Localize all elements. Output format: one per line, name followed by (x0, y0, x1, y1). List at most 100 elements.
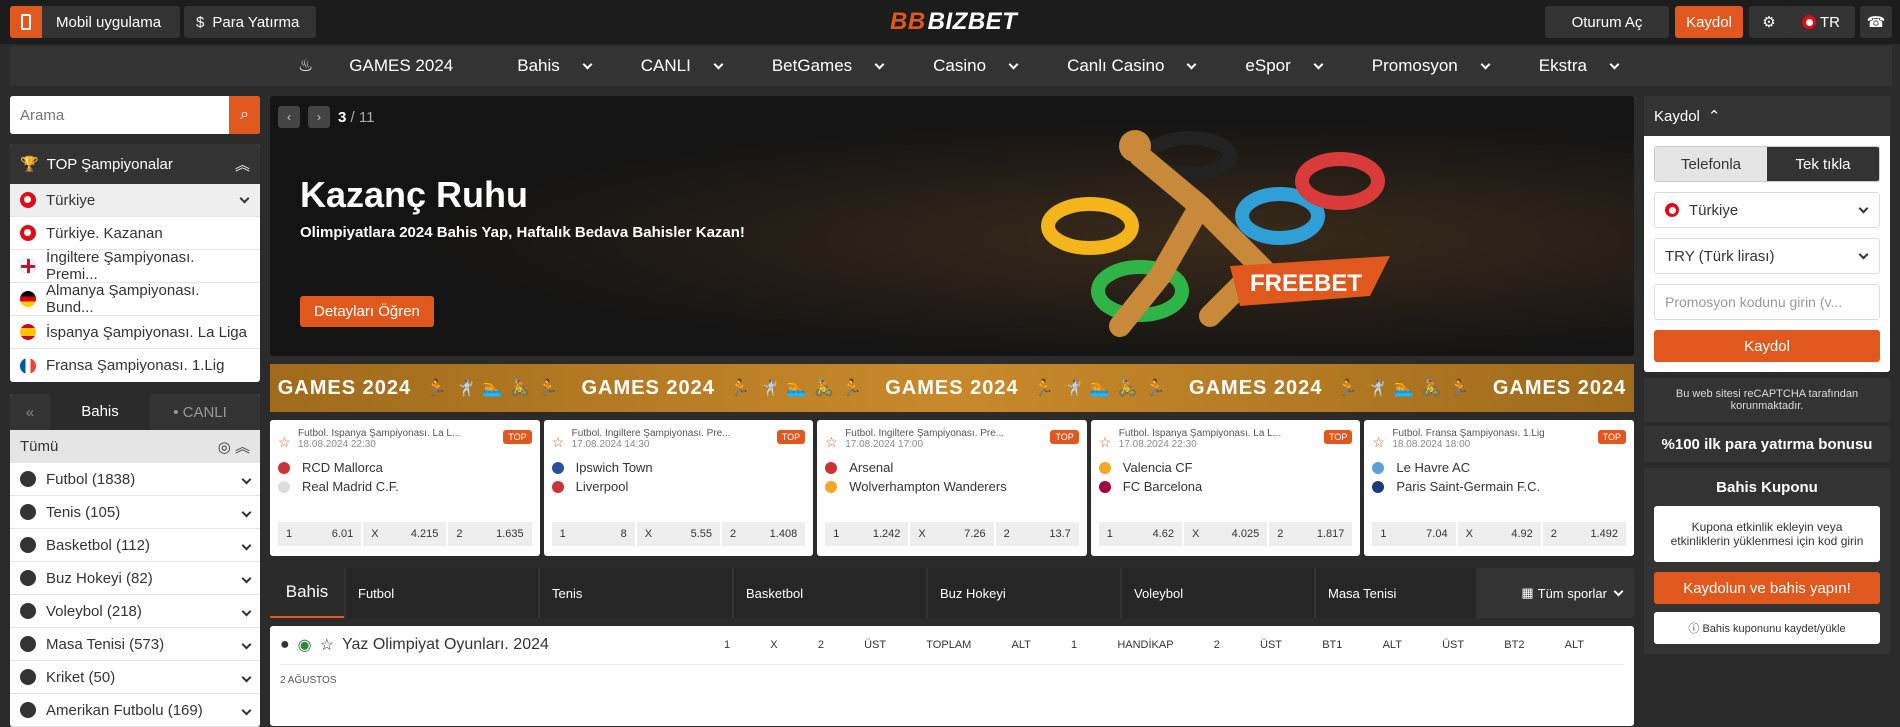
games-2024-strip[interactable]: GAMES 2024 🏃🤺🏊🚴🏃 GAMES 2024 🏃🤺🏊🚴🏃 GAMES 20… (270, 364, 1634, 412)
country-select[interactable]: Türkiye (1654, 192, 1880, 228)
mobile-app-button[interactable]: Mobil uygulama (10, 6, 180, 38)
odd-2[interactable]: 2 1.635 (448, 522, 532, 546)
nav-casino[interactable]: Casino (917, 56, 1019, 76)
match-card[interactable]: ☆ TOP Futbol. İngiltere Şampiyonası. Pre… (817, 420, 1087, 556)
nav-label: Bahis (517, 56, 560, 75)
settings-button[interactable]: ⚙ (1749, 6, 1789, 38)
champ-item[interactable]: İspanya Şampiyonası. La Liga (10, 316, 260, 349)
nav-betgames[interactable]: BetGames (756, 56, 885, 76)
star-icon[interactable]: ☆ (825, 434, 838, 451)
odd-2[interactable]: 2 13.7 (995, 522, 1079, 546)
sport-item-buz-hokeyi[interactable]: Buz Hokeyi (82) (10, 562, 260, 595)
nav-canli[interactable]: CANLI (625, 56, 724, 76)
top-badge: TOP (776, 430, 806, 444)
coupon-register-button[interactable]: Kaydolun ve bahis yapın! (1654, 572, 1880, 604)
call-button[interactable]: ☎ (1860, 6, 1892, 38)
tab-bahis[interactable]: Bahis (50, 394, 150, 430)
nav-promosyon[interactable]: Promosyon (1356, 56, 1491, 76)
champ-label: İngiltere Şampiyonası. Premi... (46, 249, 195, 283)
olympic-sports-icons: 🏃🤺🏊🚴🏃 (426, 380, 567, 397)
sport-item-amerikan-futbolu[interactable]: Amerikan Futbolu (169) (10, 694, 260, 727)
champ-item[interactable]: İngiltere Şampiyonası. Premi... (10, 249, 260, 283)
currency-select[interactable]: TRY (Türk lirası) (1654, 238, 1880, 274)
search-input[interactable] (10, 96, 229, 134)
champ-item[interactable]: Fransa Şampiyonası. 1.Lig (10, 349, 260, 382)
coupon-empty-text: Kupona etkinlik ekleyin veya etkinlikler… (1654, 506, 1880, 562)
register-button[interactable]: Kaydol (1675, 6, 1743, 38)
bonus-banner[interactable]: %100 ilk para yatırma bonusu (1644, 426, 1890, 462)
odd-x[interactable]: X 4.92 (1457, 522, 1541, 546)
coupon-header[interactable]: Bahis Kuponu (1644, 468, 1890, 506)
next-slide-button[interactable]: › (308, 106, 330, 128)
search-button[interactable]: ⌕ (229, 96, 260, 134)
all-sports-button[interactable]: ▦ Tüm sporlar (1521, 585, 1634, 601)
odd-x[interactable]: X 4.025 (1183, 522, 1268, 546)
deposit-button[interactable]: $ Para Yatırma (184, 6, 316, 38)
tab-canli[interactable]: • CANLI (150, 404, 250, 421)
odd-1[interactable]: 1 4.62 (1098, 522, 1182, 546)
sportbar-tenis[interactable]: Tenis (540, 568, 732, 618)
sport-item-tenis[interactable]: Tenis (105) (10, 496, 260, 529)
star-icon[interactable]: ☆ (552, 434, 565, 451)
odd-value: 1.408 (769, 528, 798, 540)
sportbar-buz-hokeyi[interactable]: Buz Hokeyi (928, 568, 1120, 618)
match-card[interactable]: ☆ TOP Futbol. Fransa Şampiyonası. 1.Lig … (1364, 420, 1634, 556)
games-label: GAMES 2024 (885, 376, 1019, 399)
sportbar-basketbol[interactable]: Basketbol (734, 568, 926, 618)
sport-all[interactable]: Tümü ◎ ︽ (10, 430, 260, 463)
nav-espor[interactable]: eSpor (1229, 56, 1324, 76)
odd-1[interactable]: 1 1.242 (825, 522, 909, 546)
star-icon[interactable]: ☆ (278, 434, 291, 451)
sport-item-voleybol[interactable]: Voleybol (218) (10, 595, 260, 628)
login-button[interactable]: Oturum Aç (1545, 6, 1669, 38)
sportbar-voleybol[interactable]: Voleybol (1122, 568, 1314, 618)
register-header[interactable]: Kaydol ⌃ (1644, 96, 1890, 136)
match-league: Futbol. İngiltere Şampiyonası. Pre... (571, 428, 731, 439)
save-coupon-button[interactable]: ⓘ Bahis kuponunu kaydet/yükle (1654, 612, 1880, 644)
sportbar-bahis-tab[interactable]: Bahis (270, 568, 344, 618)
champ-item[interactable]: Almanya Şampiyonası. Bund... (10, 282, 260, 316)
sport-item-masa-tenisi[interactable]: Masa Tenisi (573) (10, 628, 260, 661)
register-form: Telefonla Tek tıkla Türkiye TRY (Türk li… (1644, 136, 1890, 372)
match-card[interactable]: ☆ TOP Futbol. İspanya Şampiyonası. La L.… (270, 420, 540, 556)
odd-1[interactable]: 1 7.04 (1372, 522, 1456, 546)
logo[interactable]: BB BIZBET (890, 8, 1017, 36)
sport-item-basketbol[interactable]: Basketbol (112) (10, 529, 260, 562)
star-icon[interactable]: ☆ (1099, 434, 1112, 451)
nav-ekstra[interactable]: Ekstra (1523, 56, 1620, 76)
promo-banner[interactable]: ‹ › 3 / 11 Kazanç Ruhu Olimpiyatlara 202… (270, 96, 1634, 356)
banner-cta-button[interactable]: Detayları Öğren (300, 296, 434, 327)
collapse-left-icon[interactable]: « (10, 404, 50, 421)
collapse-icon[interactable]: ︽ (235, 154, 250, 175)
register-submit-button[interactable]: Kaydol (1654, 330, 1880, 362)
grid-icon: ▦ (1521, 585, 1534, 600)
tab-phone[interactable]: Telefonla (1655, 147, 1767, 181)
banner-title: Kazanç Ruhu (300, 174, 529, 215)
sport-item-futbol[interactable]: Futbol (1838) (10, 463, 260, 496)
nav-bahis[interactable]: Bahis (501, 56, 593, 76)
tab-one-click[interactable]: Tek tıkla (1767, 147, 1879, 181)
star-icon[interactable]: ☆ (320, 635, 334, 655)
nav-canli-casino[interactable]: Canlı Casino (1051, 56, 1197, 76)
sportbar-masa-tenisi[interactable]: Masa Tenisi (1316, 568, 1476, 618)
nav-games-2024[interactable]: ♨ GAMES 2024 (282, 56, 469, 76)
odd-1[interactable]: 18 (551, 522, 635, 546)
sport-item-kriket[interactable]: Kriket (50) (10, 661, 260, 694)
sportbar-futbol[interactable]: Futbol (346, 568, 538, 618)
odd-2[interactable]: 2 1.817 (1269, 522, 1353, 546)
odd-x[interactable]: X 5.55 (636, 522, 720, 546)
star-icon[interactable]: ☆ (1372, 434, 1385, 451)
odd-2[interactable]: 2 1.408 (722, 522, 806, 546)
odd-x[interactable]: X 4.215 (363, 522, 447, 546)
odd-x[interactable]: X 7.26 (910, 522, 994, 546)
promo-code-input[interactable]: Promosyon kodunu girin (v... (1654, 284, 1880, 320)
odd-1[interactable]: 1 6.01 (278, 522, 362, 546)
champ-item[interactable]: Türkiye. Kazanan (10, 217, 260, 250)
top-championships-header[interactable]: 🏆 TOP Şampiyonalar ︽ (10, 144, 260, 184)
odd-2[interactable]: 2 1.492 (1542, 522, 1626, 546)
prev-slide-button[interactable]: ‹ (278, 106, 300, 128)
match-card[interactable]: ☆ TOP Futbol. İngiltere Şampiyonası. Pre… (543, 420, 814, 556)
language-select[interactable]: TR (1787, 6, 1855, 38)
champ-item-turkey[interactable]: Türkiye (10, 184, 260, 217)
match-card[interactable]: ☆ TOP Futbol. İspanya Şampiyonası. La L.… (1090, 420, 1361, 556)
